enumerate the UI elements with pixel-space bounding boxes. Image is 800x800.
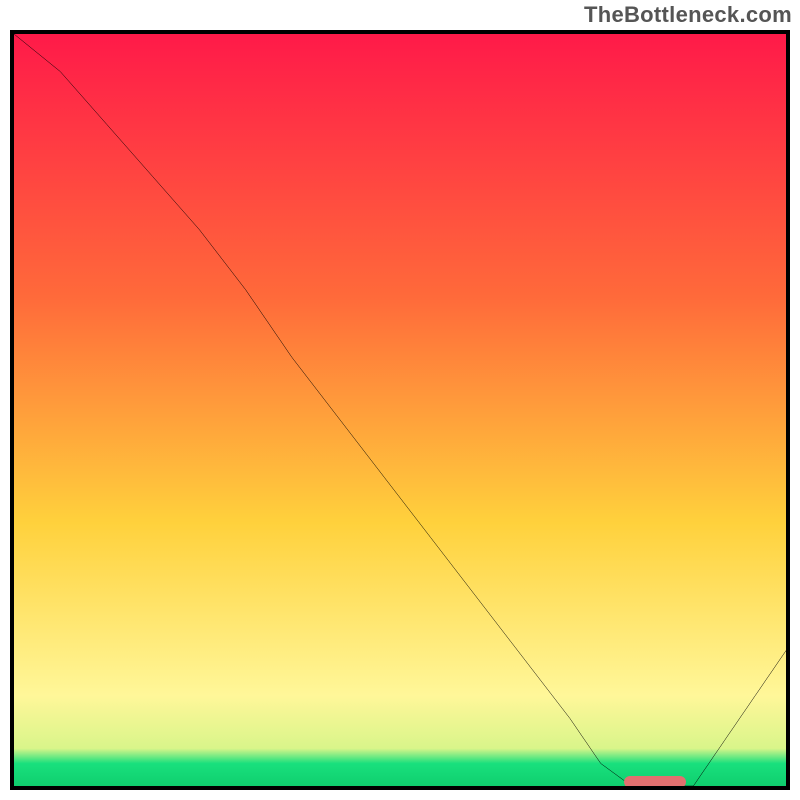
plot-area	[10, 30, 790, 790]
watermark-label: TheBottleneck.com	[584, 2, 792, 28]
bottleneck-figure: TheBottleneck.com	[0, 0, 800, 800]
bottleneck-curve	[14, 34, 786, 786]
optimal-region-marker	[624, 776, 686, 788]
